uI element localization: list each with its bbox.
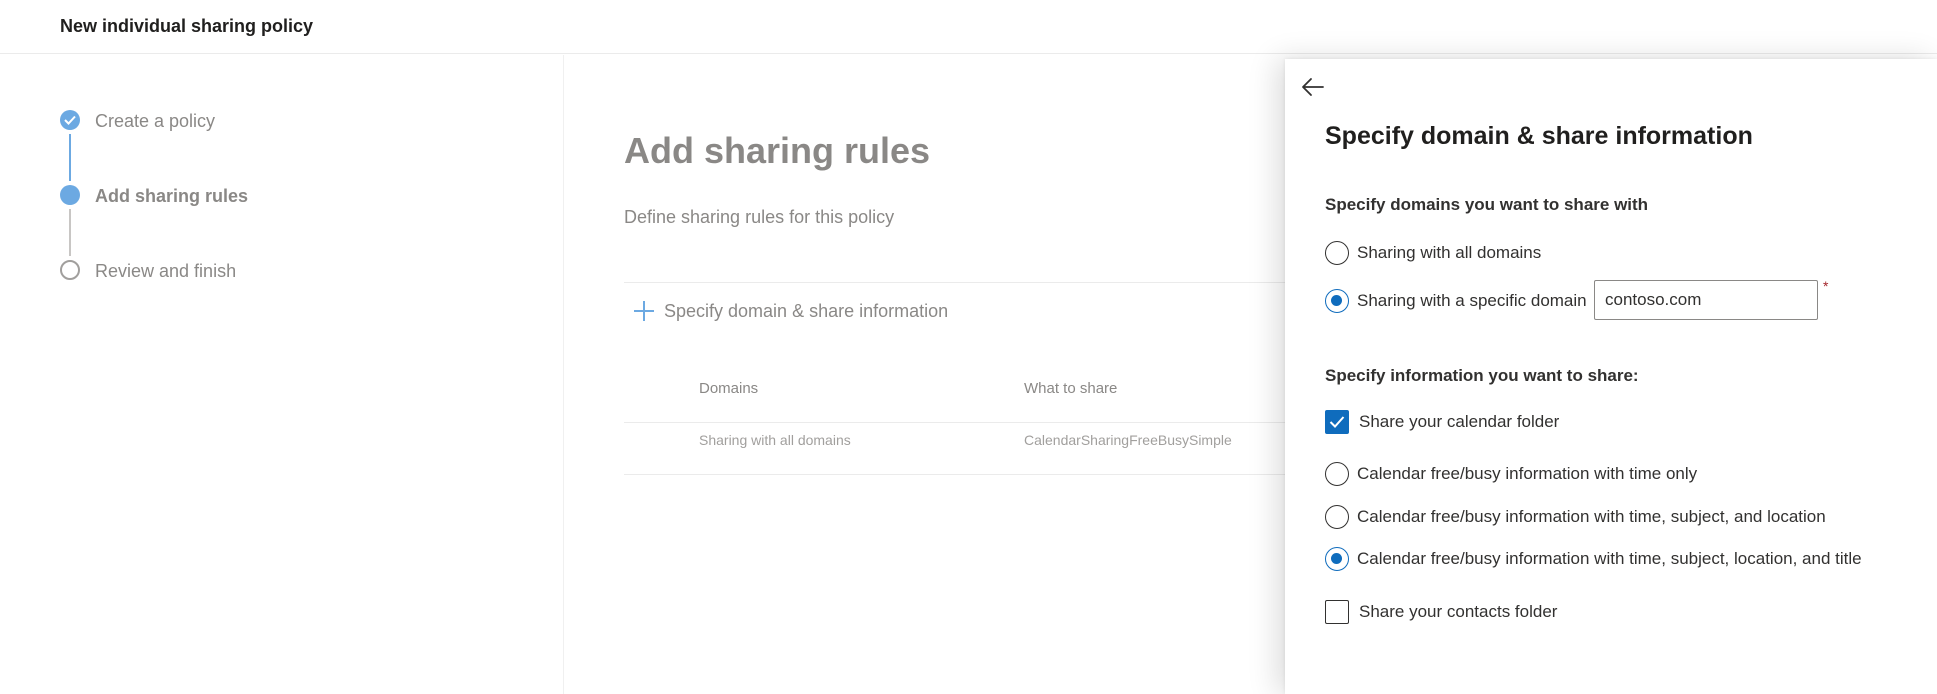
step-completed-checkmark-icon bbox=[60, 110, 80, 130]
radio-time-subject-location[interactable]: Calendar free/busy information with time… bbox=[1325, 504, 1826, 530]
divider bbox=[624, 282, 1324, 283]
radio-time-only[interactable]: Calendar free/busy information with time… bbox=[1325, 461, 1697, 487]
radio-label: Calendar free/busy information with time… bbox=[1357, 464, 1698, 483]
radio-button[interactable] bbox=[1325, 289, 1349, 313]
top-header: New individual sharing policy bbox=[0, 0, 1937, 54]
radio-label: Sharing with all domains bbox=[1357, 243, 1542, 262]
step-connector bbox=[69, 209, 71, 256]
step-review-finish[interactable]: Review and finish bbox=[95, 261, 236, 282]
domains-section-label: Specify domains you want to share with bbox=[1325, 195, 1649, 214]
radio-label: Calendar free/busy information with time… bbox=[1357, 507, 1826, 526]
page-title: New individual sharing policy bbox=[60, 16, 314, 36]
step-add-sharing-rules[interactable]: Add sharing rules bbox=[95, 186, 248, 207]
radio-label: Sharing with a specific domain bbox=[1357, 291, 1587, 310]
main-heading: Add sharing rules bbox=[624, 130, 931, 171]
info-section-label: Specify information you want to share: bbox=[1325, 366, 1639, 385]
domain-share-panel: Specify domain & share information Speci… bbox=[1285, 59, 1937, 694]
step-create-policy[interactable]: Create a policy bbox=[95, 111, 215, 132]
add-domain-label: Specify domain & share information bbox=[664, 300, 949, 321]
plus-icon bbox=[634, 301, 654, 321]
domain-input[interactable] bbox=[1594, 280, 1818, 320]
checkbox-label: Share your calendar folder bbox=[1359, 412, 1560, 431]
radio-label: Calendar free/busy information with time… bbox=[1357, 549, 1862, 568]
add-domain-link[interactable]: Specify domain & share information bbox=[634, 297, 948, 325]
checkbox-calendar-folder[interactable]: Share your calendar folder bbox=[1325, 409, 1559, 435]
radio-button[interactable] bbox=[1325, 241, 1349, 265]
table-cell-share[interactable]: CalendarSharingFreeBusySimple bbox=[1024, 432, 1232, 448]
required-marker: * bbox=[1823, 278, 1829, 294]
step-connector bbox=[69, 134, 71, 181]
radio-button[interactable] bbox=[1325, 462, 1349, 486]
checkbox[interactable] bbox=[1325, 600, 1349, 624]
checkbox-label: Share your contacts folder bbox=[1359, 602, 1558, 621]
radio-button[interactable] bbox=[1325, 547, 1349, 571]
checkbox[interactable] bbox=[1325, 410, 1349, 434]
checkbox-contacts-folder[interactable]: Share your contacts folder bbox=[1325, 599, 1557, 625]
checkmark-icon bbox=[1329, 416, 1345, 428]
radio-all-domains[interactable]: Sharing with all domains bbox=[1325, 240, 1541, 266]
column-header-domains[interactable]: Domains bbox=[699, 380, 758, 397]
step-current-indicator bbox=[60, 185, 80, 205]
column-header-what-to-share[interactable]: What to share bbox=[1024, 380, 1117, 397]
wizard-stepper: Create a policy Add sharing rules Review… bbox=[0, 55, 564, 694]
main-subtitle: Define sharing rules for this policy bbox=[624, 207, 895, 227]
back-arrow-icon[interactable] bbox=[1301, 77, 1329, 99]
table-cell-domain[interactable]: Sharing with all domains bbox=[699, 432, 851, 448]
step-pending-indicator bbox=[60, 260, 80, 280]
panel-title: Specify domain & share information bbox=[1325, 122, 1753, 150]
radio-time-subject-location-title[interactable]: Calendar free/busy information with time… bbox=[1325, 546, 1862, 572]
radio-button[interactable] bbox=[1325, 505, 1349, 529]
divider bbox=[624, 474, 1324, 475]
radio-specific-domain[interactable]: Sharing with a specific domain bbox=[1325, 288, 1587, 314]
divider bbox=[624, 422, 1324, 423]
